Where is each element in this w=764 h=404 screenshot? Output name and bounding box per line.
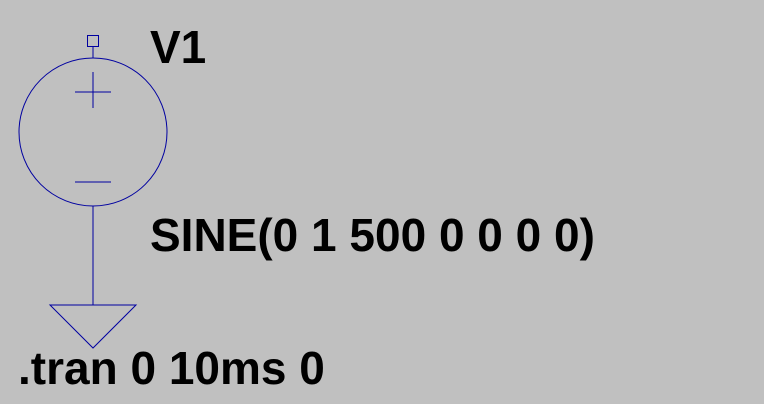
spice-directive-text[interactable]: .tran 0 10ms 0: [18, 345, 325, 391]
component-value-label[interactable]: SINE(0 1 500 0 0 0 0): [150, 212, 595, 258]
terminal-pin-icon[interactable]: [87, 35, 99, 47]
schematic-canvas[interactable]: V1 SINE(0 1 500 0 0 0 0) .tran 0 10ms 0: [0, 0, 764, 404]
component-name-label[interactable]: V1: [150, 24, 206, 70]
voltage-source-icon[interactable]: [18, 57, 168, 207]
